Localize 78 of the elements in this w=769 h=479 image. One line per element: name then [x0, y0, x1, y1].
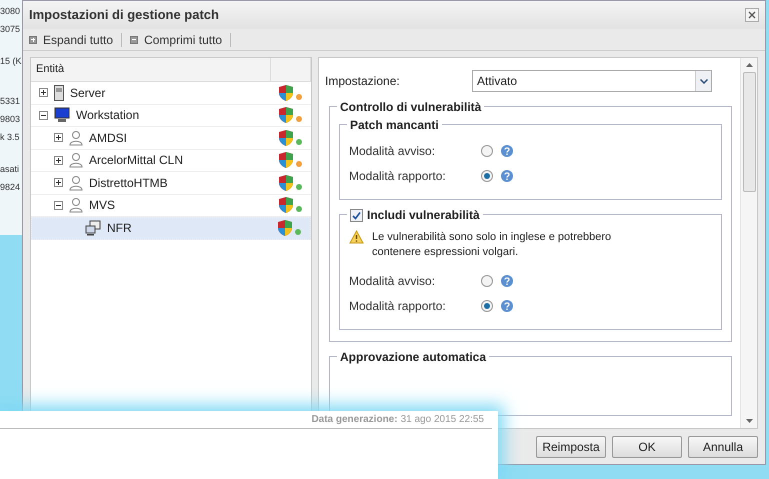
help-icon[interactable]	[501, 300, 513, 312]
tree-row[interactable]: ArcelorMittal CLN	[31, 150, 311, 172]
checkbox[interactable]	[350, 208, 363, 222]
background-text: 9803	[0, 113, 22, 126]
radio-button[interactable]	[481, 170, 493, 182]
option-label: Modalità rapporto:	[349, 168, 447, 184]
expand-toggle[interactable]	[54, 156, 63, 165]
tree-row[interactable]: Server	[31, 82, 311, 104]
option-label: Modalità avviso:	[349, 272, 436, 290]
generation-date: 31 ago 2015 22:55	[400, 413, 484, 427]
monitor-icon	[54, 107, 70, 124]
tree-label: MVS	[89, 197, 116, 214]
option-label: Modalità avviso:	[349, 142, 436, 160]
minus-icon	[130, 36, 138, 44]
tree-label: DistrettoHTMB	[89, 174, 168, 192]
help-icon[interactable]	[501, 144, 513, 156]
user-icon	[69, 130, 83, 146]
tree-label: AMDSI	[89, 130, 128, 147]
shield-icon	[278, 220, 292, 236]
help-icon[interactable]	[501, 170, 513, 182]
shield-icon	[279, 152, 293, 168]
group-title: Includi vulnerabilità	[367, 207, 480, 224]
background-text: 5331	[0, 95, 22, 108]
tree-label: ArcelorMittal CLN	[89, 152, 184, 170]
tree-label: Server	[70, 84, 106, 102]
collapse-toggle[interactable]	[54, 200, 63, 210]
shield-icon	[279, 174, 293, 191]
caret-icon	[700, 78, 708, 84]
tree-row[interactable]: MVS	[31, 194, 311, 217]
tree-row[interactable]: DistrettoHTMB	[31, 172, 311, 194]
setting-label: Impostazione:	[325, 73, 401, 90]
collapse-toggle[interactable]	[39, 110, 48, 120]
column-header: Entità	[31, 58, 271, 81]
scroll-up-icon[interactable]	[746, 63, 752, 67]
dialog-button[interactable]: OK	[612, 436, 682, 458]
shield-icon	[279, 130, 293, 146]
window-title: Impostazioni di gestione patch	[29, 6, 219, 24]
user-icon	[69, 197, 83, 214]
setting-dropdown[interactable]: Attivato	[472, 70, 712, 92]
user-icon	[69, 152, 83, 168]
radio-button[interactable]	[481, 300, 493, 312]
tree-label: NFR	[107, 220, 132, 238]
scroll-down-icon[interactable]	[746, 419, 752, 423]
shield-icon	[279, 197, 293, 214]
expand-all-button[interactable]: Espandi tutto	[29, 30, 114, 48]
warning-icon	[349, 230, 364, 244]
dialog-button[interactable]: Annulla	[688, 436, 758, 458]
collapse-all-button[interactable]: Comprimi tutto	[130, 30, 222, 48]
background-text: 9824	[0, 181, 22, 194]
help-icon[interactable]	[501, 274, 513, 286]
user-icon	[69, 174, 83, 191]
server-icon	[54, 84, 64, 101]
warning-text: Le vulnerabilità sono solo in inglese e potrebbero contenere espressioni volgari.	[372, 230, 612, 260]
radio-button[interactable]	[481, 274, 493, 286]
close-icon	[748, 11, 756, 19]
background-text: 3075	[0, 23, 22, 36]
radio-button[interactable]	[481, 144, 493, 156]
expand-toggle[interactable]	[39, 88, 48, 98]
option-label: Modalità rapporto:	[349, 298, 447, 314]
tree-row[interactable]: AMDSI	[31, 127, 311, 150]
generation-date-label: Data generazione:	[311, 413, 398, 427]
background-text: 3080	[0, 5, 22, 18]
tree-row[interactable]: Workstation	[31, 104, 311, 127]
dialog-button[interactable]: Reimposta	[536, 436, 606, 458]
scrollbar-thumb[interactable]	[742, 72, 756, 192]
expand-toggle[interactable]	[54, 178, 63, 188]
background-text: asati	[0, 163, 20, 176]
expand-toggle[interactable]	[54, 133, 63, 142]
group-title: Patch mancanti	[350, 117, 439, 134]
computers-icon	[85, 220, 101, 236]
shield-icon	[279, 107, 293, 124]
plus-icon	[29, 36, 37, 44]
tree-label: Workstation	[76, 107, 140, 124]
background-text: 15 (K	[0, 55, 22, 68]
close-button[interactable]	[745, 8, 759, 22]
tree-row[interactable]: NFR	[31, 217, 311, 240]
shield-icon	[279, 84, 293, 101]
background-text: k 3.5	[0, 131, 21, 144]
